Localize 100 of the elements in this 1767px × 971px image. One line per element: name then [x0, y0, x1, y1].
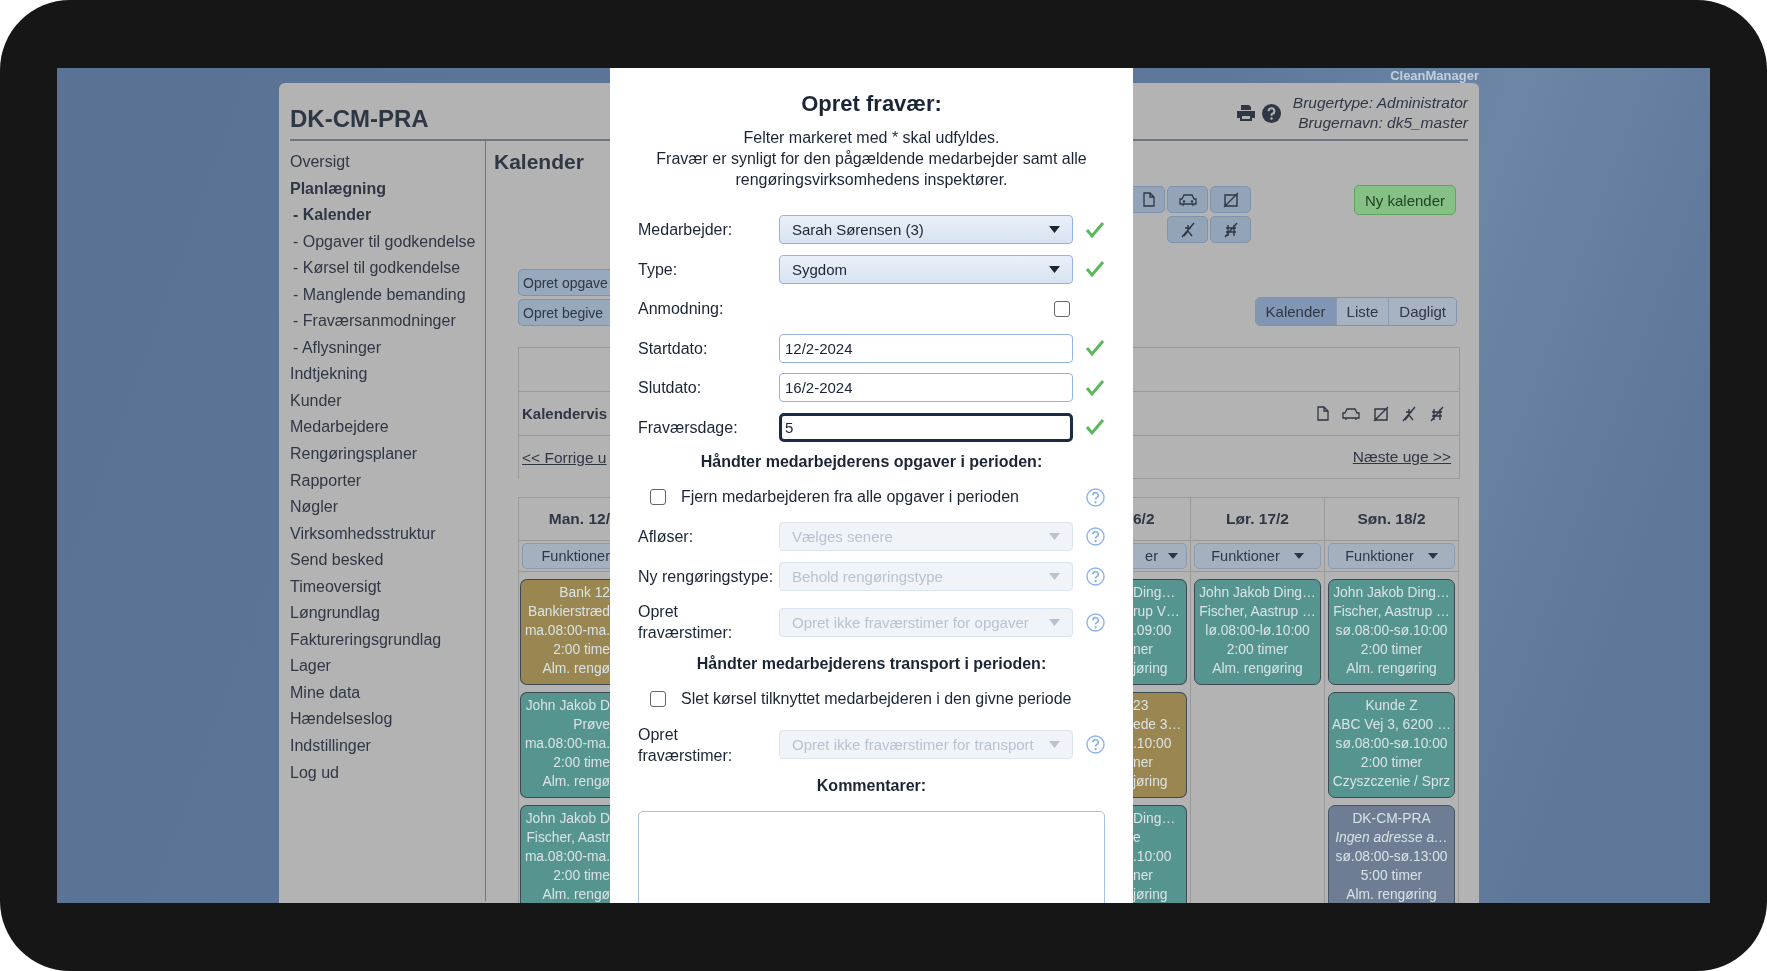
sidebar-item[interactable]: - Opgaver til godkendelse — [290, 228, 476, 256]
field-label: Opret fraværstimer: — [638, 724, 734, 766]
sidebar-item[interactable]: Rapporter — [290, 467, 362, 495]
sidebar-item[interactable]: Hændelseslog — [290, 706, 393, 734]
sidebar-item[interactable]: Planlægning — [290, 175, 386, 203]
card-text: e — [1133, 829, 1141, 847]
checkbox[interactable] — [650, 489, 666, 506]
card-text: Fischer, Aastrup … — [1199, 603, 1316, 621]
card-text: Fischer, Aastr — [526, 829, 610, 847]
document-button[interactable] — [1133, 186, 1165, 213]
sidebar-item[interactable]: Løngrundlag — [290, 600, 380, 627]
comment-field[interactable] — [638, 810, 1105, 903]
sidebar-item[interactable]: Send besked — [290, 547, 384, 574]
car-icon[interactable] — [1341, 406, 1361, 421]
sidebar-item[interactable]: Faktureringsgrundlag — [290, 626, 442, 654]
previous-week-link[interactable]: << Forrige u — [522, 448, 607, 467]
input-field[interactable]: 12/2-2024 — [779, 333, 1073, 363]
sidebar-item[interactable]: - Aflysninger — [290, 334, 382, 362]
sidebar-item[interactable]: Indstillinger — [290, 733, 371, 760]
caret-icon — [1293, 553, 1304, 559]
card-text: jøring — [1133, 660, 1168, 678]
user-name: Brugernavn: dk5_master — [1298, 113, 1468, 133]
field-label: Type: — [638, 259, 679, 280]
page-title: Kalender — [494, 149, 584, 175]
sidebar-item[interactable]: - Kalender — [290, 202, 372, 229]
functions-dropdown[interactable]: Funktioner — [1328, 543, 1455, 569]
functions-dropdown[interactable]: Funktioner — [522, 543, 610, 569]
sidebar-item[interactable]: Log ud — [290, 759, 339, 787]
slashed-box-icon — [1222, 191, 1239, 208]
caret-icon — [1427, 553, 1438, 559]
card-text: Fischer, Aastrup … — [1333, 603, 1450, 621]
select-field[interactable]: Sygdom — [779, 254, 1073, 284]
slashed-figure-icon — [1179, 221, 1196, 238]
field-label: Anmodning: — [638, 299, 725, 320]
checkbox[interactable] — [1054, 300, 1070, 317]
sidebar-item[interactable]: Medarbejdere — [290, 414, 389, 441]
card-text: 2:00 time — [553, 754, 610, 772]
view-tab[interactable]: Liste — [1335, 298, 1389, 325]
functions-dropdown[interactable]: er — [1133, 543, 1187, 569]
slashed-figure-button[interactable] — [1210, 216, 1251, 243]
card-text: Alm. rengøring — [1212, 660, 1303, 678]
slashed-figure-button[interactable] — [1167, 216, 1208, 243]
day-header: Søn. 18/2 — [1357, 509, 1426, 529]
sidebar-item[interactable]: Rengøringsplaner — [290, 441, 418, 468]
caret-icon — [1049, 533, 1060, 541]
sidebar-item[interactable]: Indtjekning — [290, 361, 368, 388]
card-text: 5:00 timer — [1360, 867, 1423, 885]
user-type: Brugertype: Administrator — [1292, 93, 1468, 113]
card-text: ma.08:00-ma. — [524, 848, 610, 866]
input-field[interactable]: 5 — [779, 412, 1073, 442]
card-text: Alm. rengø — [542, 886, 610, 903]
action-button[interactable]: Opret begive — [518, 299, 610, 326]
new-calendar-button[interactable]: Ny kalender — [1353, 185, 1456, 215]
sidebar-item[interactable]: Kunder — [290, 387, 342, 415]
task-card[interactable]: DK-CM-PRA Ingen adresse a… sø.08:00-sø.13:00 5:00 timer Alm. rengøring — [1328, 805, 1455, 903]
sidebar-item[interactable]: Oversigt — [290, 149, 350, 176]
checkbox-label: Fjern medarbejderen fra alle opgaver i perioden — [681, 488, 1020, 507]
functions-dropdown[interactable]: Funktioner — [1194, 543, 1321, 569]
day-header: 6/2 — [1133, 509, 1155, 529]
card-text: 2:00 timer — [1226, 641, 1289, 659]
card-text: lø.08:00-lø.10:00 — [1205, 622, 1310, 640]
card-text: ner — [1133, 754, 1153, 772]
intro-text: Fravær er synligt for den pågældende medarbejder samt alle rengøringsvirksomhedens inspektører. — [655, 148, 1088, 190]
sidebar-item[interactable]: Virksomhedsstruktur — [290, 520, 436, 548]
action-button[interactable]: Opret opgave — [518, 269, 610, 296]
field-label: Ny rengøringstype: — [638, 566, 775, 587]
sidebar-item[interactable]: - Kørsel til godkendelse — [290, 255, 461, 282]
next-week-link[interactable]: Næste uge >> — [1352, 448, 1451, 466]
app-title: DK-CM-PRA — [290, 105, 429, 134]
field-label: Opret fraværstimer: — [638, 602, 734, 644]
help-icon[interactable] — [1261, 103, 1281, 123]
car-button[interactable] — [1167, 186, 1208, 213]
card-text: 2:00 timer — [1360, 641, 1423, 659]
input-field[interactable]: 16/2-2024 — [779, 373, 1073, 403]
sidebar-item[interactable]: - Fraværsanmodninger — [290, 308, 456, 335]
slashed-figure-icon[interactable] — [1429, 405, 1445, 422]
card-text: John Jakob D — [525, 697, 610, 715]
sidebar-item[interactable]: Nøgler — [290, 494, 338, 521]
checkbox[interactable] — [650, 690, 666, 707]
view-tab[interactable]: Dagligt — [1388, 298, 1456, 325]
sidebar-item[interactable]: - Manglende bemanding — [290, 281, 466, 309]
section-heading: Håndter medarbejderens opgaver i perioden: — [699, 452, 1044, 473]
card-text: Alm. rengøring — [1346, 886, 1437, 903]
card-text: ner — [1133, 867, 1153, 885]
print-icon[interactable] — [1235, 104, 1256, 122]
card-text: 2:00 timer — [1360, 754, 1423, 772]
slashed-figure-icon[interactable] — [1401, 405, 1417, 422]
card-text: 2:00 time — [553, 641, 610, 659]
slashed-box-icon[interactable] — [1373, 405, 1389, 422]
card-text: Alm. rengøring — [1346, 660, 1437, 678]
sidebar-item[interactable]: Lager — [290, 653, 331, 680]
card-text: ABC Vej 3, 6200 … — [1332, 716, 1451, 734]
sidebar-item[interactable]: Timeoversigt — [290, 573, 381, 601]
select-field[interactable]: Sarah Sørensen (3) — [779, 215, 1073, 245]
document-icon[interactable] — [1317, 406, 1329, 421]
caret-icon — [1168, 553, 1178, 559]
view-tab[interactable]: Kalender — [1255, 298, 1336, 325]
slashed-box-button[interactable] — [1210, 186, 1251, 213]
card-text: John Jakob Ding… — [1333, 584, 1450, 602]
sidebar-item[interactable]: Mine data — [290, 679, 361, 707]
